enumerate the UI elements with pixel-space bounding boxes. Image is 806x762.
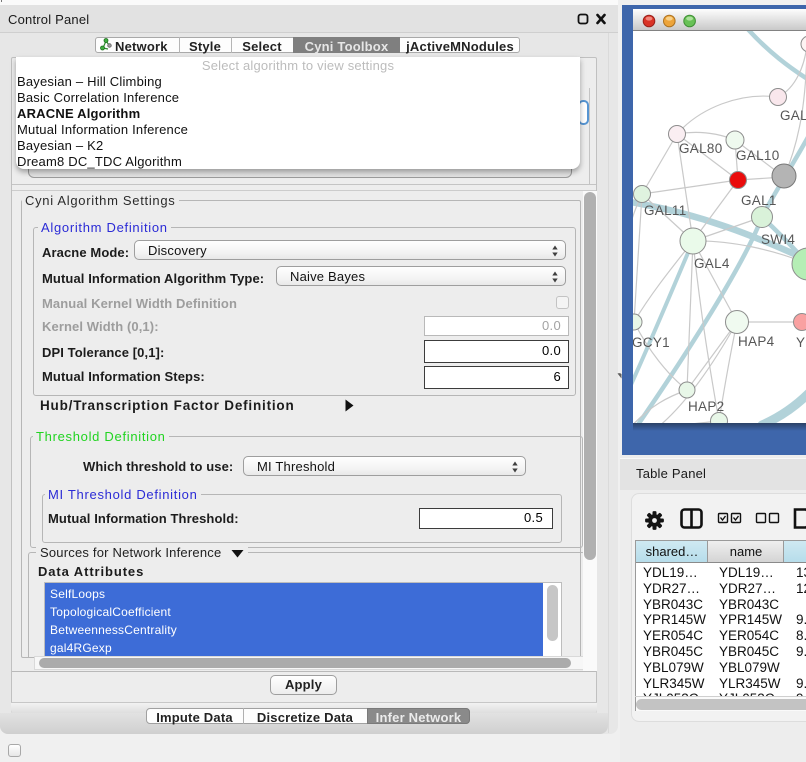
- svg-text:GAL10: GAL10: [736, 148, 780, 163]
- svg-text:GAL4: GAL4: [694, 256, 730, 271]
- svg-text:GAL: GAL: [780, 108, 806, 123]
- svg-text:GAL1: GAL1: [741, 193, 777, 208]
- svg-text:GAL80: GAL80: [679, 141, 723, 156]
- svg-text:SWI4: SWI4: [761, 232, 795, 247]
- svg-text:HAP4: HAP4: [738, 334, 775, 349]
- svg-text:HAP2: HAP2: [688, 399, 724, 414]
- svg-text:GCY1: GCY1: [633, 335, 670, 350]
- svg-text:GAL11: GAL11: [644, 203, 687, 218]
- svg-text:Y: Y: [796, 335, 805, 350]
